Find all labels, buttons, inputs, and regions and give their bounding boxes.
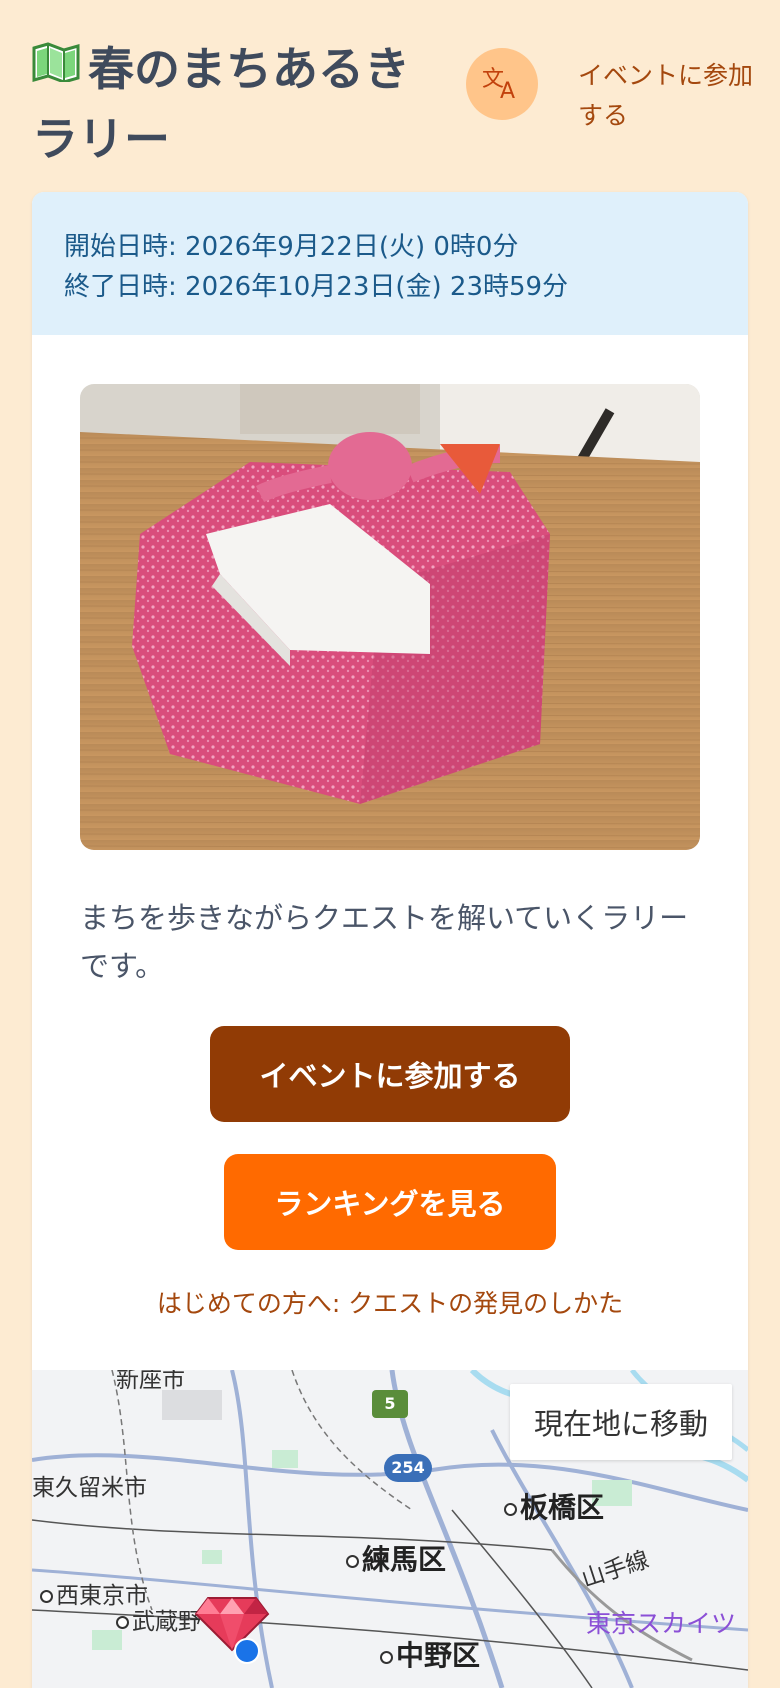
map-point bbox=[504, 1502, 517, 1516]
map-point bbox=[40, 1590, 53, 1603]
svg-text:A: A bbox=[500, 79, 515, 104]
map-label-itabashi: 板橋区 bbox=[504, 1486, 604, 1526]
map-view[interactable]: 新座市 東久留米市 西東京市 武蔵野 練馬区 板橋区 中野区 山手線 東京スカイ… bbox=[32, 1370, 748, 1688]
map-label-higashikurume: 東久留米市 bbox=[32, 1475, 147, 1501]
page-title: 春のまちあるきラリー bbox=[32, 42, 410, 166]
event-card: 開始日時: 2026年9月22日(火) 0時0分 終了日時: 2026年10月2… bbox=[32, 192, 748, 1688]
event-image bbox=[80, 384, 700, 850]
start-date: 開始日時: 2026年9月22日(火) 0時0分 bbox=[64, 232, 519, 262]
current-location-dot bbox=[234, 1638, 260, 1664]
route-shield: 5 bbox=[372, 1390, 408, 1418]
map-point bbox=[346, 1554, 359, 1568]
guide-link[interactable]: はじめての方へ: クエストの発見のしかた bbox=[32, 1284, 748, 1320]
join-event-button[interactable]: イベントに参加する bbox=[210, 1026, 570, 1122]
map-label-shinza: 新座市 bbox=[116, 1370, 185, 1393]
map-label-nerima: 練馬区 bbox=[346, 1538, 446, 1578]
route-shield: 254 bbox=[384, 1454, 432, 1482]
page-header: 春のまちあるきラリー 文 A イベントに参加する bbox=[0, 0, 780, 180]
event-dates: 開始日時: 2026年9月22日(火) 0時0分 終了日時: 2026年10月2… bbox=[32, 192, 748, 335]
end-date: 終了日時: 2026年10月23日(金) 23時59分 bbox=[64, 272, 569, 302]
gem-icon[interactable] bbox=[194, 1596, 270, 1652]
map-point bbox=[116, 1616, 129, 1629]
locate-me-button[interactable]: 現在地に移動 bbox=[510, 1384, 732, 1460]
event-description: まちを歩きながらクエストを解いていくラリーです。 bbox=[80, 901, 689, 983]
ranking-button[interactable]: ランキングを見る bbox=[224, 1154, 556, 1250]
map-label-skytree: 東京スカイツ bbox=[586, 1609, 737, 1638]
map-point bbox=[380, 1650, 393, 1664]
map-label-musashino: 武蔵野 bbox=[116, 1602, 201, 1636]
translate-icon: 文 A bbox=[480, 60, 524, 108]
translate-button[interactable]: 文 A bbox=[466, 48, 538, 120]
header-join-link[interactable]: イベントに参加する bbox=[578, 56, 758, 136]
map-label-nakano: 中野区 bbox=[380, 1634, 480, 1674]
